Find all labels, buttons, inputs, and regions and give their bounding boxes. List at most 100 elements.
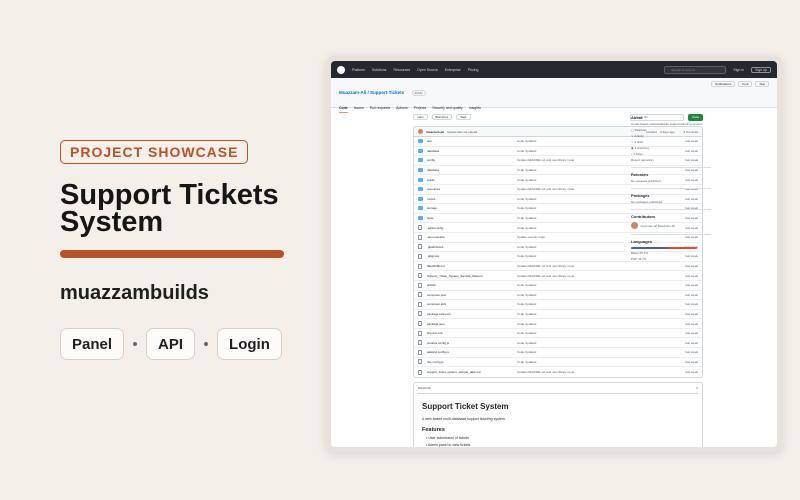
about-link-forks[interactable]: ⑂ 0 forks: [631, 152, 711, 156]
about-link-activity[interactable]: ∿ Activity: [631, 134, 711, 138]
file-name[interactable]: composer.lock: [427, 302, 517, 306]
file-commit-message[interactable]: Update README.md and new library route: [517, 264, 647, 268]
language-blade[interactable]: Blade 55.3%: [631, 251, 711, 255]
file-row[interactable]: Support_Ticket_System_Sample_Data.txt Upd…: [414, 271, 702, 281]
nav-pricing[interactable]: Pricing: [468, 68, 479, 72]
file-name[interactable]: README.md: [427, 264, 517, 268]
file-commit-message[interactable]: Code Updated: [517, 302, 647, 306]
file-commit-message[interactable]: Code Updated: [517, 168, 647, 172]
file-name[interactable]: package.json: [427, 322, 517, 326]
file-name[interactable]: .gitignore: [427, 254, 517, 258]
report-repository-link[interactable]: Report repository: [631, 158, 711, 162]
tab-pull-requests[interactable]: Pull requests: [370, 106, 390, 113]
file-row[interactable]: package.json Code Updated last week: [414, 319, 702, 329]
file-name[interactable]: phpunit.xml: [427, 331, 517, 335]
nav-open-source[interactable]: Open Source: [417, 68, 438, 72]
file-name[interactable]: database: [427, 168, 517, 172]
file-name[interactable]: .gitattributes: [427, 245, 517, 249]
releases-heading[interactable]: Releases: [631, 172, 711, 177]
star-button[interactable]: Star: [755, 81, 769, 87]
file-commit-message[interactable]: Code Updated: [517, 350, 647, 354]
file-commit-message[interactable]: Update README.md and new library route: [517, 187, 647, 191]
file-row[interactable]: artisan Code Updated last week: [414, 281, 702, 291]
file-commit-message[interactable]: Code Updated: [517, 331, 647, 335]
file-name[interactable]: public: [427, 178, 517, 182]
file-commit-message[interactable]: Code Updated: [517, 322, 647, 326]
file-commit-message[interactable]: Code Updated: [517, 341, 647, 345]
file-commit-message[interactable]: Code Updated: [517, 226, 647, 230]
file-commit-message[interactable]: Update README.md and new library route: [517, 158, 647, 162]
file-row[interactable]: postcss.config.js Code Updated last week: [414, 338, 702, 349]
file-name[interactable]: postcss.config.js: [427, 341, 517, 345]
nav-enterprise[interactable]: Enterprise: [445, 68, 461, 72]
commit-message[interactable]: Update files via upload: [447, 130, 477, 134]
file-commit-message[interactable]: Code Updated: [517, 245, 647, 249]
file-commit-message[interactable]: Code Updated: [517, 178, 647, 182]
branches-link[interactable]: Branches: [431, 114, 453, 120]
readme-menu-icon[interactable]: ≡: [696, 386, 698, 390]
file-name[interactable]: .editorconfig: [427, 226, 517, 230]
file-name[interactable]: .env.example: [427, 235, 517, 239]
tags-link[interactable]: Tags: [456, 114, 471, 120]
file-name[interactable]: tests: [427, 216, 517, 220]
contributors-heading[interactable]: Contributors: [631, 214, 711, 219]
fork-button[interactable]: Fork: [738, 81, 753, 87]
file-row[interactable]: composer.lock Code Updated last week: [414, 300, 702, 310]
file-name[interactable]: storage: [427, 206, 517, 210]
file-commit-message[interactable]: Code Updated: [517, 312, 647, 316]
file-name[interactable]: vite.config.js: [427, 360, 517, 364]
file-name[interactable]: resources: [427, 187, 517, 191]
file-commit-message[interactable]: Code Updated: [517, 254, 647, 258]
about-link-stars[interactable]: ☆ 0 stars: [631, 140, 711, 144]
file-commit-message[interactable]: Code Updated: [517, 360, 647, 364]
readme-label[interactable]: README: [418, 386, 431, 390]
file-commit-message[interactable]: Code Updated: [517, 139, 647, 143]
file-name[interactable]: artisan: [427, 283, 517, 287]
tab-issues[interactable]: Issues: [354, 106, 364, 113]
branch-selector[interactable]: main: [413, 114, 428, 120]
file-name[interactable]: app: [427, 139, 517, 143]
file-commit-message[interactable]: Update security login: [517, 235, 647, 239]
file-commit-message[interactable]: Code Updated: [517, 216, 647, 220]
file-row[interactable]: vite.config.js Code Updated last week: [414, 358, 702, 368]
file-commit-message[interactable]: Code Updated: [517, 283, 647, 287]
github-logo-icon[interactable]: [337, 65, 345, 74]
file-name[interactable]: support_ticket_system_sample_data.sql: [427, 370, 517, 374]
file-commit-message[interactable]: Code Updated: [517, 197, 647, 201]
file-name[interactable]: package-lock.json: [427, 312, 517, 316]
file-name[interactable]: tailwind.config.js: [427, 350, 517, 354]
tab-actions[interactable]: Actions: [396, 106, 407, 113]
nav-resources[interactable]: Resources: [393, 68, 410, 72]
contributor-name[interactable]: muazzam-ali Muazzam Ali: [640, 224, 675, 228]
language-php[interactable]: PHP 44.7%: [631, 257, 711, 261]
nav-platform[interactable]: Platform: [352, 68, 365, 72]
tab-code[interactable]: Code: [339, 106, 348, 113]
file-name[interactable]: Support_Ticket_System_Sample_Data.txt: [427, 274, 517, 278]
file-row[interactable]: support_ticket_system_sample_data.sql Upd…: [414, 367, 702, 377]
file-name[interactable]: composer.json: [427, 293, 517, 297]
file-commit-message[interactable]: Code Updated: [517, 149, 647, 153]
file-row[interactable]: composer.json Code Updated last week: [414, 291, 702, 301]
file-commit-message[interactable]: Update README.md and new library route: [517, 274, 647, 278]
commit-author[interactable]: muazzam-ali: [426, 130, 444, 134]
file-commit-message[interactable]: Code Updated: [517, 293, 647, 297]
file-name[interactable]: config: [427, 158, 517, 162]
repo-title[interactable]: Muazzam-Ali / Support-Tickets: [339, 90, 404, 95]
file-commit-message[interactable]: Code Updated: [517, 206, 647, 210]
file-row[interactable]: phpunit.xml Code Updated last week: [414, 329, 702, 339]
github-search-input[interactable]: Search or jump to...: [664, 65, 727, 74]
file-row[interactable]: README.md Update README.md and new librar…: [414, 262, 702, 272]
nav-solutions[interactable]: Solutions: [372, 68, 386, 72]
file-commit-message[interactable]: Update README.md and new library route: [517, 370, 647, 374]
file-row[interactable]: tailwind.config.js Code Updated last week: [414, 348, 702, 358]
file-row[interactable]: package-lock.json Code Updated last week: [414, 310, 702, 320]
sign-in-link[interactable]: Sign in: [733, 68, 744, 72]
about-link-watching[interactable]: ◉ 1 watching: [631, 146, 711, 150]
notifications-button[interactable]: Notifications: [711, 81, 736, 87]
packages-heading[interactable]: Packages: [631, 193, 711, 198]
contributor-item[interactable]: muazzam-ali Muazzam Ali: [631, 222, 711, 229]
about-link-readme[interactable]: ▢ Readme: [631, 128, 711, 132]
file-name[interactable]: database: [427, 149, 517, 153]
sign-up-button[interactable]: Sign up: [751, 66, 771, 73]
file-name[interactable]: routes: [427, 197, 517, 201]
